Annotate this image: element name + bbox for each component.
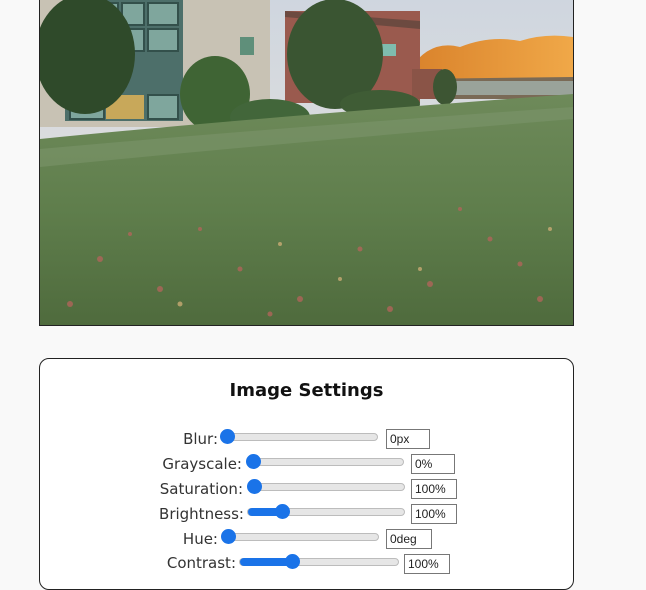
contrast-value-field[interactable]: 100% xyxy=(404,554,450,574)
blur-label: Blur: xyxy=(183,430,218,448)
hue-slider-thumb[interactable] xyxy=(221,529,236,544)
blur-slider[interactable] xyxy=(220,429,378,444)
panel-title: Image Settings xyxy=(229,380,384,401)
saturation-value-field[interactable]: 100% xyxy=(411,479,457,499)
contrast-slider[interactable] xyxy=(239,554,399,569)
contrast-label: Contrast: xyxy=(166,554,236,572)
grayscale-slider-thumb[interactable] xyxy=(246,454,261,469)
blur-value-field[interactable]: 0px xyxy=(386,429,430,449)
grayscale-label: Grayscale: xyxy=(162,455,242,473)
hue-value-field[interactable]: 0deg xyxy=(386,529,432,549)
image-settings-panel: Image Settings Blur: 0px Grayscale: 0% S… xyxy=(39,358,574,590)
brightness-slider-thumb[interactable] xyxy=(275,504,291,519)
blur-slider-thumb[interactable] xyxy=(220,429,235,444)
saturation-slider[interactable] xyxy=(247,479,405,494)
brightness-value-field[interactable]: 100% xyxy=(411,504,457,524)
preview-image xyxy=(39,0,574,326)
saturation-label: Saturation: xyxy=(159,480,243,498)
saturation-slider-thumb[interactable] xyxy=(247,479,262,494)
brightness-label: Brightness: xyxy=(159,505,244,523)
grayscale-value-field[interactable]: 0% xyxy=(411,454,455,474)
brightness-slider[interactable] xyxy=(247,504,405,519)
grayscale-slider[interactable] xyxy=(246,454,404,469)
hue-slider[interactable] xyxy=(221,529,379,544)
hue-label: Hue: xyxy=(182,530,218,548)
